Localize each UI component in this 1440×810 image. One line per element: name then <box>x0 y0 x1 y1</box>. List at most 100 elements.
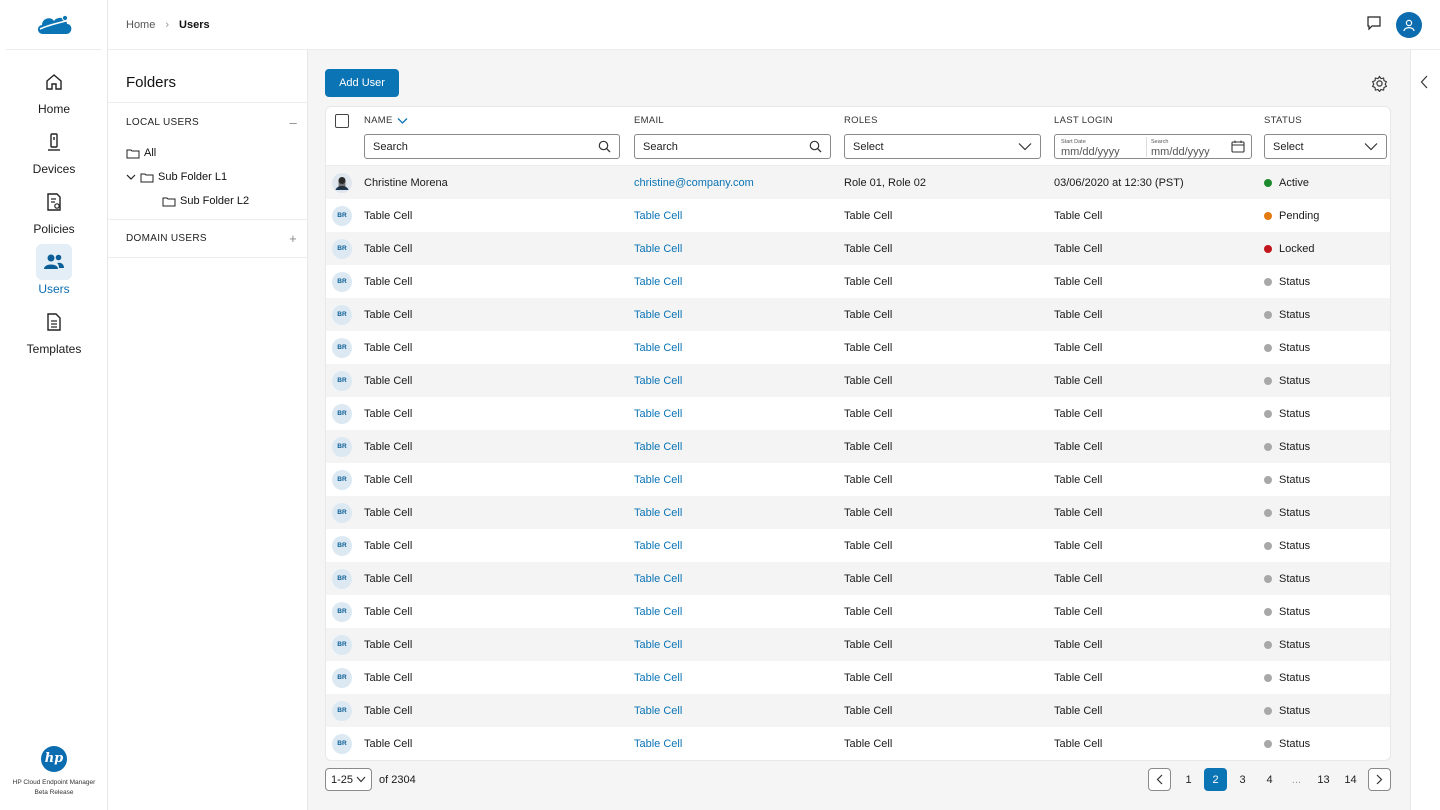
table-row[interactable]: BR Table Cell Table Cell Table Cell Table Ce… <box>326 496 1390 529</box>
hp-logo-icon: hp <box>41 746 67 772</box>
cell-status: Status <box>1264 529 1310 562</box>
page-number[interactable]: 2 <box>1204 768 1227 791</box>
column-header-name[interactable]: NAME <box>364 115 408 126</box>
cell-email-link[interactable]: Table Cell <box>634 661 682 694</box>
initials-avatar: BR <box>332 727 352 760</box>
cell-email-link[interactable]: Table Cell <box>634 628 682 661</box>
cell-email-link[interactable]: christine@company.com <box>634 166 754 199</box>
cell-email-link[interactable]: Table Cell <box>634 199 682 232</box>
page-number[interactable]: 3 <box>1229 768 1256 791</box>
cell-email-link[interactable]: Table Cell <box>634 265 682 298</box>
table-row[interactable]: BR Table Cell Table Cell Table Cell Table Ce… <box>326 364 1390 397</box>
page-number[interactable]: 13 <box>1310 768 1337 791</box>
status-label: Status <box>1279 374 1311 387</box>
next-page-button[interactable] <box>1368 768 1391 791</box>
page-number[interactable]: 4 <box>1256 768 1283 791</box>
avatar-initials: BR <box>332 568 352 589</box>
domain-users-section[interactable]: DOMAIN USERS + <box>108 220 307 258</box>
local-users-section[interactable]: LOCAL USERS – <box>108 103 307 141</box>
table-row[interactable]: BR Table Cell Table Cell Table Cell Table Ce… <box>326 595 1390 628</box>
table-row[interactable]: BR Table Cell Table Cell Table Cell Table Ce… <box>326 628 1390 661</box>
cell-email-link[interactable]: Table Cell <box>634 562 682 595</box>
email-search-input[interactable]: Search <box>634 134 831 159</box>
app-logo[interactable] <box>6 0 101 50</box>
cell-email-link[interactable]: Table Cell <box>634 430 682 463</box>
status-select[interactable]: Select <box>1264 134 1387 159</box>
folder-sub-l2[interactable]: Sub Folder L2 <box>126 189 307 213</box>
table-row[interactable]: BR Table Cell Table Cell Table Cell Table Ce… <box>326 562 1390 595</box>
chat-icon[interactable] <box>1366 15 1382 34</box>
cell-email-link[interactable]: Table Cell <box>634 463 682 496</box>
table-row[interactable]: BR Table Cell Table Cell Table Cell Table Ce… <box>326 298 1390 331</box>
cell-roles: Table Cell <box>844 209 893 222</box>
cell-email-link[interactable]: Table Cell <box>634 298 682 331</box>
table-row[interactable]: BR Table Cell Table Cell Table Cell Table Ce… <box>326 661 1390 694</box>
page-number[interactable]: 14 <box>1337 768 1364 791</box>
table-row[interactable]: Christine Morena christine@company.com Rol… <box>326 166 1390 199</box>
cell-email-link[interactable]: Table Cell <box>634 364 682 397</box>
start-date-input[interactable]: Start Date mm/dd/yyyy <box>1061 136 1147 157</box>
filter-placeholder: Search <box>373 140 408 153</box>
chevron-left-icon[interactable] <box>1420 75 1428 92</box>
cell-roles: Table Cell <box>844 704 893 717</box>
status-dot <box>1264 541 1272 550</box>
cell-last-login: Table Cell <box>1054 374 1103 387</box>
profile-avatar[interactable] <box>1396 11 1422 38</box>
nav-item-users[interactable]: Users <box>0 244 108 304</box>
cell-email-link[interactable]: Table Cell <box>634 595 682 628</box>
table-row[interactable]: BR Table Cell Table Cell Table Cell Table Ce… <box>326 529 1390 562</box>
avatar-initials: BR <box>332 337 352 358</box>
breadcrumb-home[interactable]: Home <box>126 19 155 31</box>
cell-email-link[interactable]: Table Cell <box>634 232 682 265</box>
table-row[interactable]: BR Table Cell Table Cell Table Cell Table Ce… <box>326 694 1390 727</box>
page-number[interactable]: 1 <box>1175 768 1202 791</box>
nav-item-policies[interactable]: Policies <box>0 184 108 244</box>
table-body: Christine Morena christine@company.com Rol… <box>326 166 1390 760</box>
cell-last-login: Table Cell <box>1054 440 1103 453</box>
nav-item-home[interactable]: Home <box>0 64 108 124</box>
sort-chevron-icon[interactable] <box>397 117 408 125</box>
add-user-button[interactable]: Add User <box>325 69 399 97</box>
cell-last-login: Table Cell <box>1054 506 1103 519</box>
cell-email-link[interactable]: Table Cell <box>634 694 682 727</box>
last-login-date-range[interactable]: Start Date mm/dd/yyyy Search mm/dd/yyyy <box>1054 134 1252 159</box>
table-row[interactable]: BR Table Cell Table Cell Table Cell Table Ce… <box>326 727 1390 760</box>
cell-name: Table Cell <box>364 572 413 585</box>
status-label: Status <box>1279 737 1311 750</box>
calendar-icon[interactable] <box>1231 140 1245 153</box>
cell-status: Status <box>1264 727 1310 760</box>
cell-roles: Table Cell <box>844 539 893 552</box>
gear-icon[interactable] <box>1371 75 1388 95</box>
cell-email-link[interactable]: Table Cell <box>634 727 682 760</box>
table-row[interactable]: BR Table Cell Table Cell Table Cell Table Ce… <box>326 265 1390 298</box>
table-row[interactable]: BR Table Cell Table Cell Table Cell Table Ce… <box>326 331 1390 364</box>
roles-select[interactable]: Select <box>844 134 1041 159</box>
breadcrumb-current: Users <box>179 18 210 31</box>
initials-avatar: BR <box>332 463 352 496</box>
table-row[interactable]: BR Table Cell Table Cell Table Cell Table Ce… <box>326 397 1390 430</box>
avatar-initials: BR <box>332 238 352 259</box>
select-all-checkbox[interactable] <box>335 114 349 128</box>
status-dot <box>1264 244 1272 253</box>
prev-page-button[interactable] <box>1148 768 1171 791</box>
table-row[interactable]: BR Table Cell Table Cell Table Cell Table Ce… <box>326 199 1390 232</box>
cell-email-link[interactable]: Table Cell <box>634 331 682 364</box>
table-row[interactable]: BR Table Cell Table Cell Table Cell Table Ce… <box>326 232 1390 265</box>
folder-sub-l1[interactable]: Sub Folder L1 <box>126 165 307 189</box>
cell-email-link[interactable]: Table Cell <box>634 529 682 562</box>
name-search-input[interactable]: Search <box>364 134 620 159</box>
expand-icon[interactable]: + <box>289 231 297 246</box>
nav-item-templates[interactable]: Templates <box>0 304 108 364</box>
table-row[interactable]: BR Table Cell Table Cell Table Cell Table Ce… <box>326 430 1390 463</box>
page-range-select[interactable]: 1-25 <box>325 768 373 791</box>
end-date-input[interactable]: Search mm/dd/yyyy <box>1147 137 1210 158</box>
collapse-icon[interactable]: – <box>289 115 297 130</box>
cell-email-link[interactable]: Table Cell <box>634 496 682 529</box>
nav-item-devices[interactable]: Devices <box>0 124 108 184</box>
chevron-left-icon <box>1156 774 1163 785</box>
folder-all[interactable]: All <box>126 141 307 165</box>
cell-email-link[interactable]: Table Cell <box>634 397 682 430</box>
table-row[interactable]: BR Table Cell Table Cell Table Cell Table Ce… <box>326 463 1390 496</box>
chevron-down-icon[interactable] <box>126 172 136 182</box>
cell-name: Table Cell <box>364 341 413 354</box>
